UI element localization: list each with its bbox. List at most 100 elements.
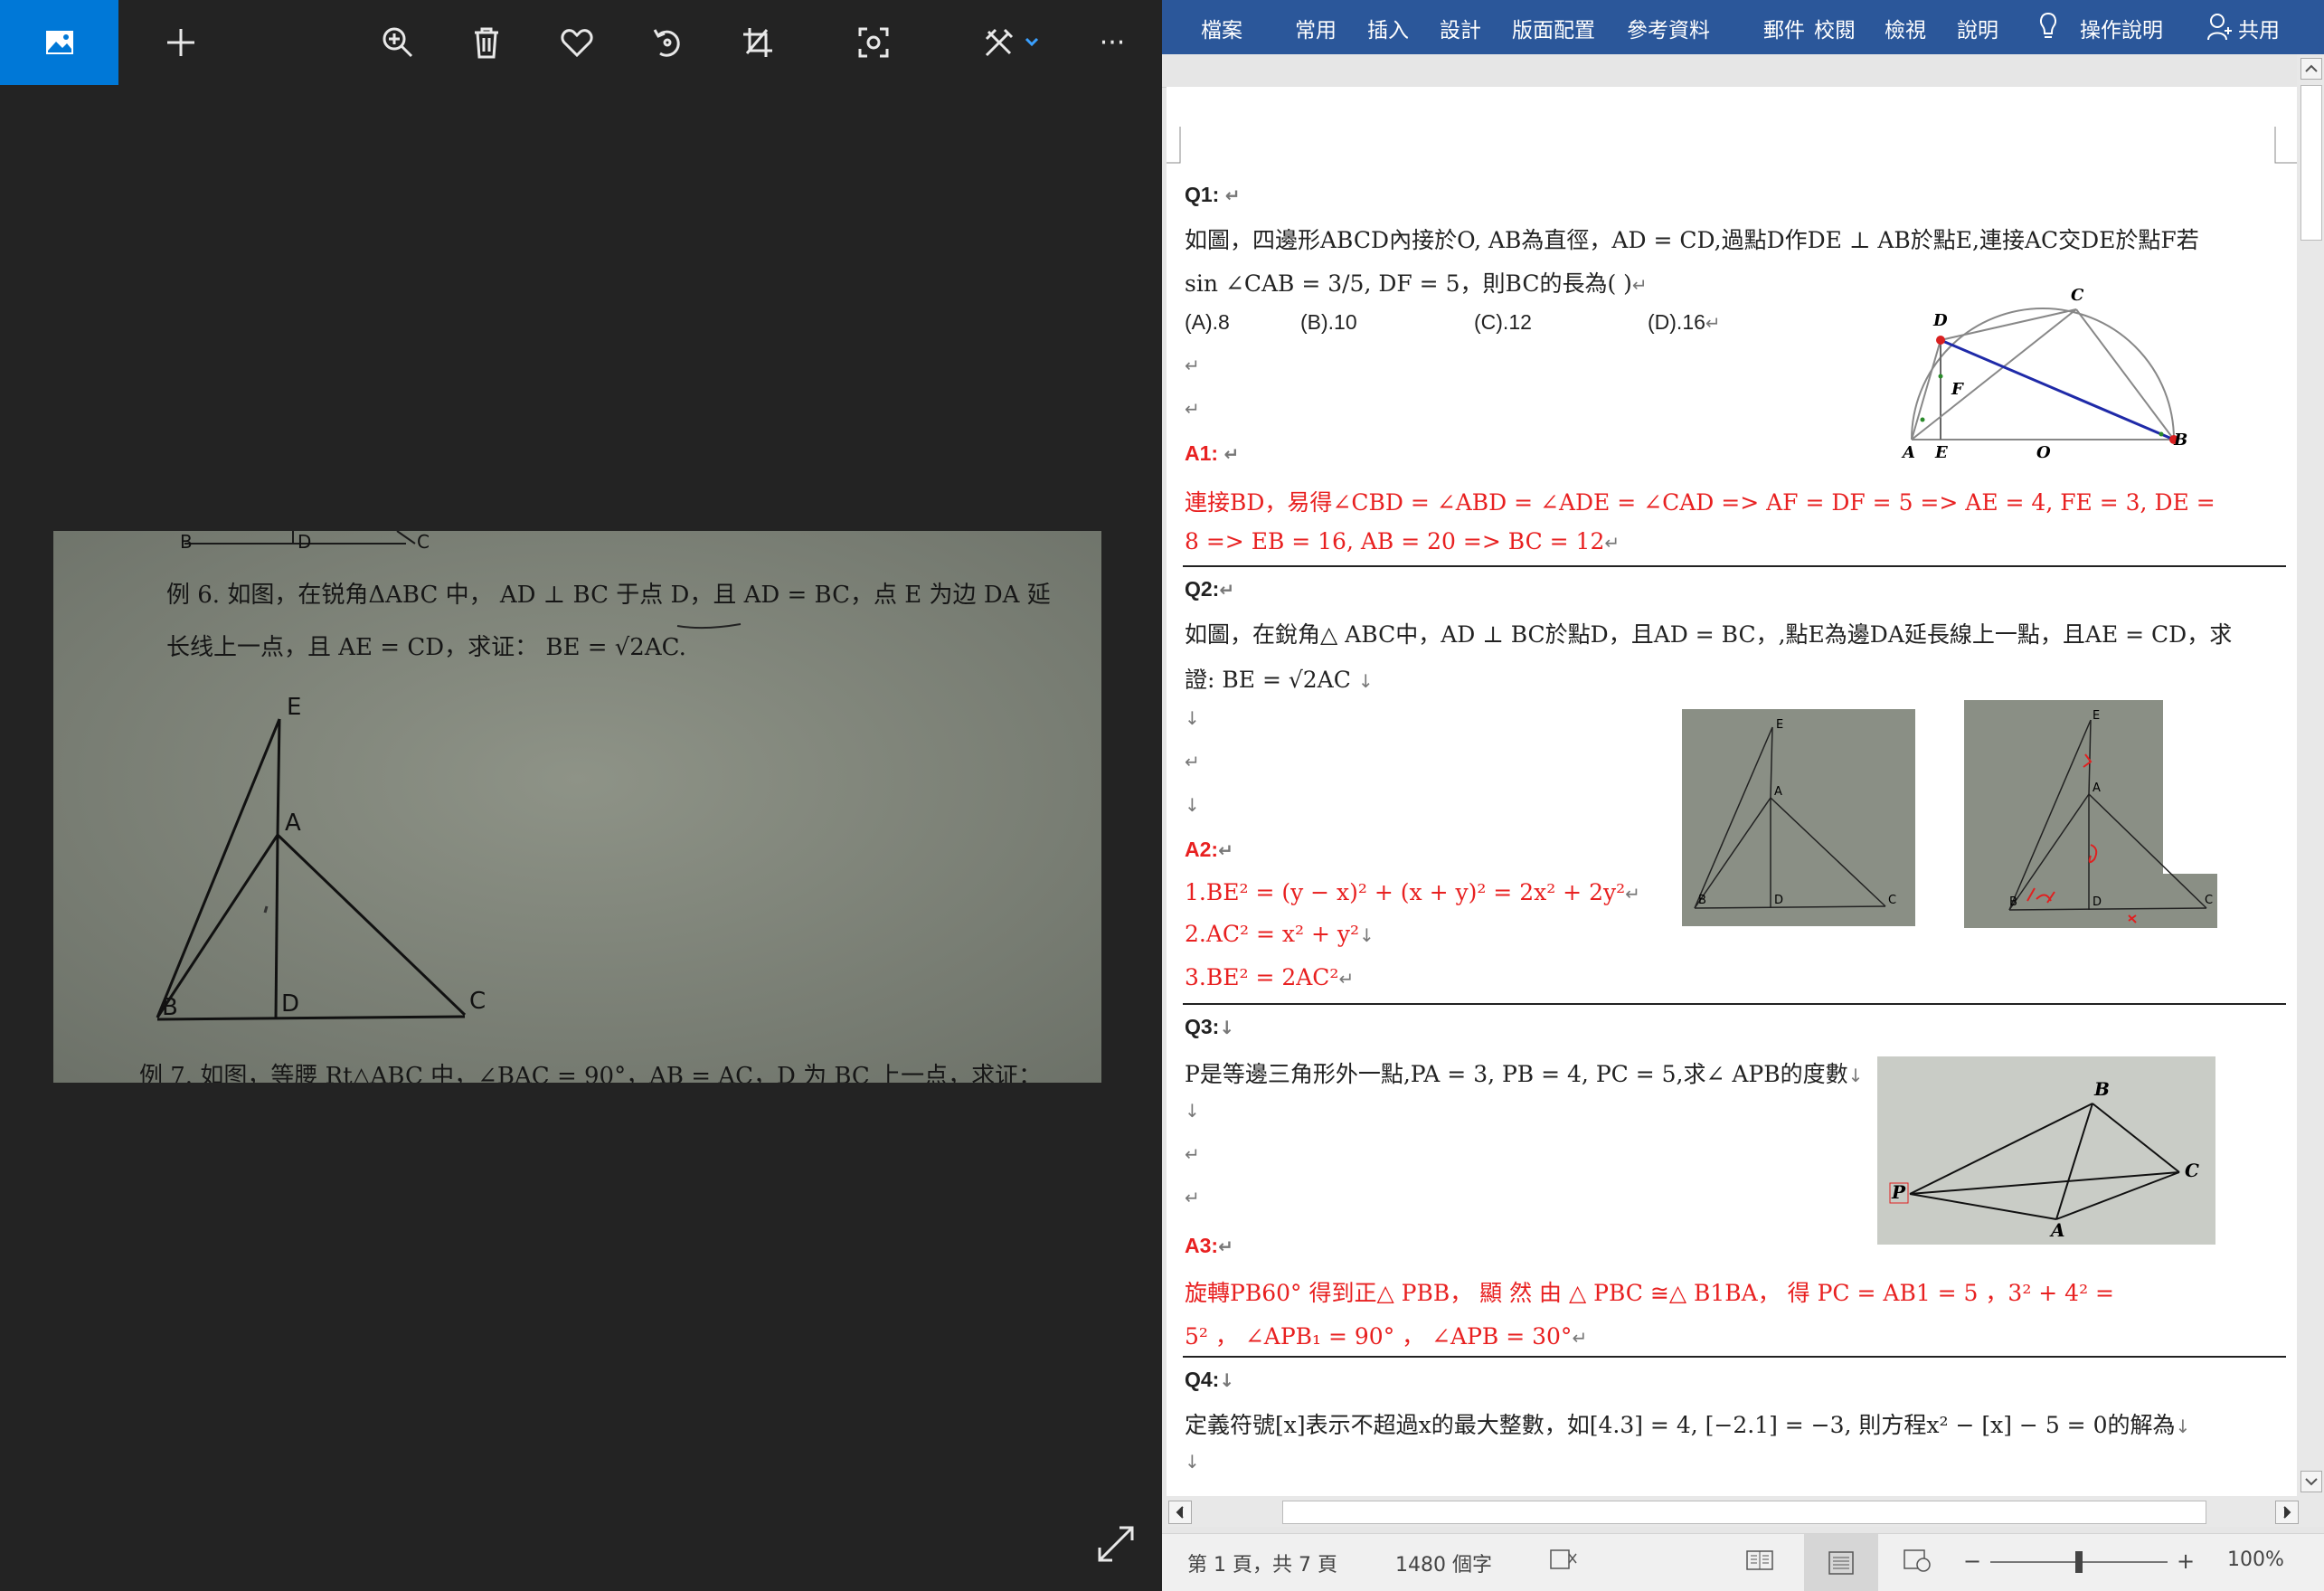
focus-icon[interactable] (846, 0, 901, 85)
tell-me-search[interactable]: 操作說明 (2080, 13, 2163, 43)
line-break-mark: ↓ (1185, 794, 1200, 816)
a3-line1: 旋轉PB60° 得到正△ PBB， 顯 然 由 △ PBC ≅△ B1BA， 得… (1185, 1280, 2115, 1306)
q1-header: Q1: ↵ (1185, 183, 1241, 206)
a1-header: A1: ↵ (1185, 441, 1240, 465)
zoom-level[interactable]: 100% (2227, 1548, 2284, 1571)
q2a-label-c: C (1888, 894, 1897, 907)
tab-review[interactable]: 校閱 (1814, 13, 1856, 43)
q2b-label-c: C (2205, 894, 2214, 907)
fullscreen-icon[interactable] (1094, 1522, 1138, 1566)
trash-icon[interactable] (459, 0, 514, 85)
rotate-icon[interactable] (640, 0, 694, 85)
scroll-right-icon[interactable] (2275, 1501, 2299, 1524)
a3-line2: 5² ， ∠APB₁ = 90° ， ∠APB = 30°↵ (1185, 1323, 1588, 1350)
photo-problem-line2: 长线上一点，且 AE = CD，求证： BE = √2AC. (166, 634, 686, 661)
page-count[interactable]: 第 1 頁，共 7 頁 (1187, 1548, 1337, 1577)
zoom-slider-thumb[interactable] (2075, 1551, 2083, 1573)
q2a-label-d: D (1774, 894, 1784, 907)
tab-mailings[interactable]: 郵件 (1763, 13, 1805, 43)
vertical-scrollbar[interactable] (2297, 54, 2324, 1496)
q2b-label-a: A (2093, 781, 2101, 795)
tab-insert[interactable]: 插入 (1367, 13, 1409, 43)
paragraph-mark: ↵ (1185, 751, 1200, 772)
q2b-label-d: D (2093, 895, 2102, 909)
section-divider (1183, 565, 2286, 567)
q2-text: 如圖，在銳角△ ABC中，AD ⊥ BC於點D，且AD = BC，,點E為邊DA… (1185, 621, 2233, 648)
word-ribbon: 檔案 常用 插入 設計 版面配置 參考資料 郵件 校閱 檢視 說明 操作說明 共… (1162, 0, 2324, 54)
paragraph-mark: ↵ (1185, 1187, 1200, 1208)
tab-references[interactable]: 參考資料 (1627, 13, 1710, 43)
tab-design[interactable]: 設計 (1440, 13, 1481, 43)
q2-text2: 證: BE = √2AC ↓ (1185, 667, 1374, 693)
photos-toolbar: ··· (0, 0, 1159, 85)
photo-label-b: B (162, 994, 178, 1021)
section-divider (1183, 1356, 2286, 1358)
a2-line3: 3.BE² = 2AC²↵ (1185, 964, 1355, 990)
horizontal-scrollbar[interactable] (1167, 1496, 2324, 1527)
tab-view[interactable]: 檢視 (1885, 13, 1926, 43)
vertical-scroll-thumb[interactable] (2300, 85, 2322, 241)
photo-canvas[interactable]: B D C 例 6. 如图，在锐角ΔABC 中， AD ⊥ BC 于点 D，且 … (53, 531, 1101, 1083)
q1-option-c: (C).12 (1474, 310, 1532, 334)
web-layout-icon[interactable] (1902, 1547, 1932, 1579)
edit-create-icon[interactable] (977, 0, 1049, 85)
print-layout-icon[interactable] (1804, 1534, 1878, 1591)
document-page[interactable]: Q1: ↵ 如圖，四邊形ABCD內接於O, AB為直徑，AD = CD,過點D作… (1167, 87, 2297, 1498)
share-button[interactable]: 共用 (2238, 13, 2280, 43)
tab-file[interactable]: 檔案 (1201, 13, 1242, 43)
q1-label-d: D (1933, 311, 1948, 330)
a1-line2: 8 => EB = 16, AB = 20 => BC = 12↵ (1185, 528, 1620, 554)
q3-label-c: C (2185, 1160, 2199, 1181)
photo-label-e: E (287, 694, 302, 721)
q1-text2: sin ∠CAB = 3/5, DF = 5，則BC的長為( )↵ (1185, 270, 1648, 297)
crop-icon[interactable] (731, 0, 785, 85)
scroll-left-icon[interactable] (1168, 1501, 1192, 1524)
lightbulb-icon (2037, 11, 2059, 45)
q2a-label-b: B (1698, 894, 1706, 907)
photo-fragment-d: D (298, 531, 312, 553)
proofing-icon[interactable] (1549, 1547, 1580, 1577)
plus-icon[interactable] (154, 0, 208, 85)
q2a-label-e: E (1776, 718, 1784, 732)
horizontal-scroll-thumb[interactable] (1282, 1501, 2206, 1524)
a2-header: A2:↵ (1185, 838, 1233, 861)
photos-app-window: ··· B D C 例 6. 如图，在锐角ΔABC 中， AD ⊥ BC 于点 … (0, 0, 1159, 1590)
q2b-label-b: B (2009, 895, 2017, 909)
zoom-in-icon[interactable] (371, 0, 425, 85)
tab-home[interactable]: 常用 (1295, 13, 1337, 43)
q1-label-b: B (2174, 431, 2188, 450)
line-break-mark: ↓ (1185, 1451, 1200, 1473)
a1-line1: 連接BD，易得∠CBD = ∠ABD = ∠ADE = ∠CAD => AF =… (1185, 489, 2215, 516)
more-icon[interactable]: ··· (1085, 0, 1139, 85)
margin-marks (1167, 127, 2297, 164)
scroll-up-icon[interactable] (2300, 58, 2322, 80)
tab-layout[interactable]: 版面配置 (1512, 13, 1595, 43)
ruler-area (1162, 54, 2324, 88)
heart-icon[interactable] (550, 0, 604, 85)
zoom-out-button[interactable]: − (1963, 1548, 1981, 1574)
q2-figure-original: E A B D C (1682, 709, 1915, 926)
q3-header: Q3:↓ (1185, 1015, 1235, 1038)
q3-label-a: A (2051, 1219, 2065, 1241)
q1-label-f: F (1951, 380, 1963, 399)
zoom-slider[interactable] (1990, 1551, 2168, 1573)
q2-header: Q2:↵ (1185, 577, 1235, 601)
q1-label-c: C (2071, 286, 2084, 305)
tab-help[interactable]: 說明 (1957, 13, 1998, 43)
word-count[interactable]: 1480 個字 (1395, 1548, 1492, 1577)
scroll-down-icon[interactable] (2300, 1471, 2322, 1492)
photo-fragment-b: B (180, 531, 193, 553)
q3-figure: B P C A (1877, 1056, 2215, 1245)
read-mode-icon[interactable] (1744, 1547, 1775, 1579)
a2-line1: 1.BE² = (y − x)² + (x + y)² = 2x² + 2y²↵ (1185, 879, 1640, 905)
image-icon[interactable] (0, 0, 118, 85)
zoom-in-button[interactable]: + (2177, 1548, 2195, 1574)
photo-problem-line1: 例 6. 如图，在锐角ΔABC 中， AD ⊥ BC 于点 D，且 AD = B… (166, 582, 1051, 609)
a2-line2: 2.AC² = x² + y²↓ (1185, 921, 1375, 947)
q1-option-b: (B).10 (1300, 310, 1357, 334)
paragraph-mark: ↵ (1185, 355, 1200, 376)
line-break-mark: ↓ (1185, 1100, 1200, 1122)
q3-label-p: P (1892, 1181, 1906, 1203)
photo-fragment-c: C (417, 531, 430, 553)
photo-bottom-fragment: 例 7. 如图，等腰 Rt△ABC 中，∠BAC = 90°，AB = AC，D… (139, 1063, 1043, 1083)
